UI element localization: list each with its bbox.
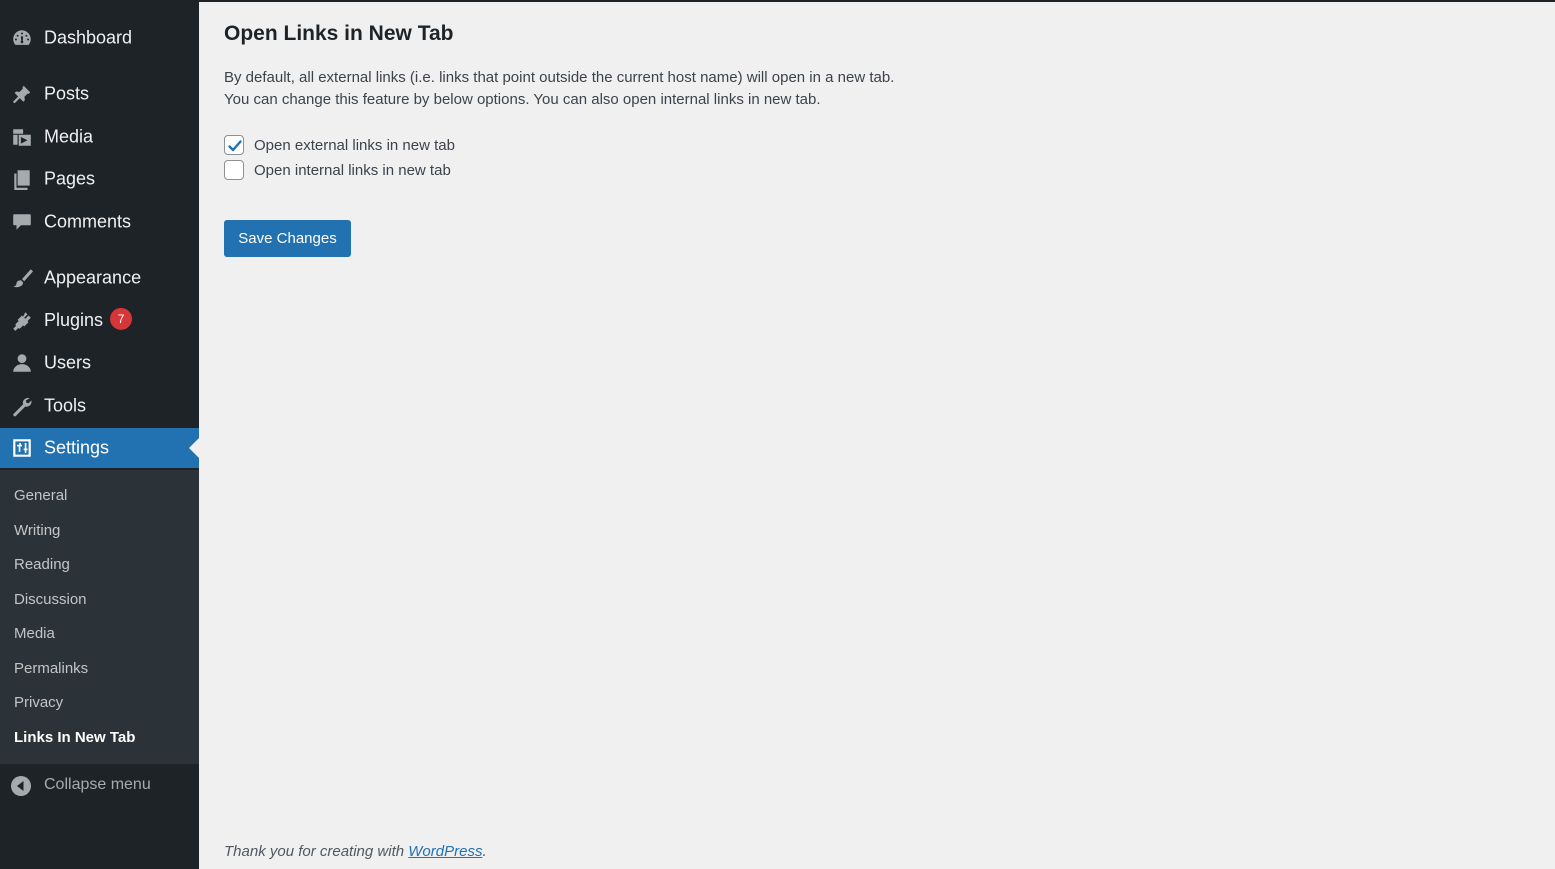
submenu-item-general[interactable]: General — [14, 487, 67, 504]
submenu-item-reading[interactable]: Reading — [14, 556, 70, 573]
submenu-item-privacy[interactable]: Privacy — [14, 694, 63, 711]
sidebar-item-label: Pages — [44, 168, 96, 189]
footer-text: Thank you for creating with — [224, 843, 409, 860]
option-label: Open internal links in new tab — [254, 161, 451, 179]
update-count-badge: 7 — [110, 308, 133, 331]
wrench-icon — [10, 394, 34, 418]
sidebar-item-label: Dashboard — [44, 27, 133, 48]
submenu-item-writing[interactable]: Writing — [14, 522, 60, 539]
dashboard-icon — [10, 26, 34, 50]
pin-icon — [10, 82, 34, 106]
sidebar-item-label: Posts — [44, 83, 90, 104]
save-changes-button[interactable]: Save Changes — [224, 220, 351, 257]
sidebar-item-label: Users — [44, 352, 92, 373]
sidebar-item-label: Settings — [44, 437, 110, 458]
settings-submenu: General Writing Reading Discussion Media… — [0, 470, 199, 764]
sidebar-item-label: Appearance — [44, 267, 142, 288]
admin-sidebar: Dashboard Posts Media Pages Comments App… — [0, 0, 199, 869]
sidebar-item-dashboard[interactable]: Dashboard — [0, 18, 199, 58]
option-internal-links[interactable]: Open internal links in new tab — [224, 160, 451, 180]
current-menu-arrow — [189, 438, 199, 458]
sidebar-item-media[interactable]: Media — [0, 117, 199, 157]
brush-icon — [10, 266, 34, 290]
sidebar-item-label: Tools — [44, 395, 87, 416]
admin-bar-edge — [199, 0, 1555, 2]
collapse-arrow-icon — [11, 776, 31, 796]
collapse-menu-label: Collapse menu — [44, 776, 151, 793]
external-links-checkbox[interactable] — [224, 135, 244, 155]
sidebar-item-tools[interactable]: Tools — [0, 386, 199, 426]
sidebar-item-posts[interactable]: Posts — [0, 74, 199, 114]
page-title: Open Links in New Tab — [224, 22, 454, 45]
option-label: Open external links in new tab — [254, 136, 455, 154]
footer-thankyou: Thank you for creating with WordPress. — [224, 843, 487, 860]
settings-icon — [10, 436, 34, 460]
comment-icon — [10, 210, 34, 234]
description-line-1: By default, all external links (i.e. lin… — [224, 69, 895, 86]
wordpress-link[interactable]: WordPress — [408, 843, 482, 860]
submenu-item-media[interactable]: Media — [14, 625, 55, 642]
sidebar-item-users[interactable]: Users — [0, 343, 199, 383]
submenu-item-links-in-new-tab[interactable]: Links In New Tab — [14, 729, 135, 746]
sidebar-item-label: Comments — [44, 211, 132, 232]
sidebar-item-pages[interactable]: Pages — [0, 159, 199, 199]
sidebar-item-plugins[interactable]: Plugins 7 — [0, 301, 199, 341]
media-icon — [10, 125, 34, 149]
checkmark-icon — [228, 140, 242, 152]
sidebar-item-settings[interactable]: Settings — [0, 428, 199, 468]
sidebar-item-label: Media — [44, 126, 94, 147]
submenu-item-discussion[interactable]: Discussion — [14, 591, 87, 608]
sidebar-item-appearance[interactable]: Appearance — [0, 258, 199, 298]
collapse-menu-button[interactable]: Collapse menu — [0, 768, 199, 804]
submenu-item-permalinks[interactable]: Permalinks — [14, 660, 88, 677]
footer-text-end: . — [482, 843, 487, 860]
option-external-links[interactable]: Open external links in new tab — [224, 135, 455, 155]
sidebar-item-label: Plugins — [44, 309, 104, 330]
description-line-2: You can change this feature by below opt… — [224, 91, 821, 108]
sidebar-item-comments[interactable]: Comments — [0, 202, 199, 242]
internal-links-checkbox[interactable] — [224, 160, 244, 180]
user-icon — [10, 351, 34, 375]
plugin-icon — [10, 309, 34, 333]
pages-icon — [10, 167, 34, 191]
